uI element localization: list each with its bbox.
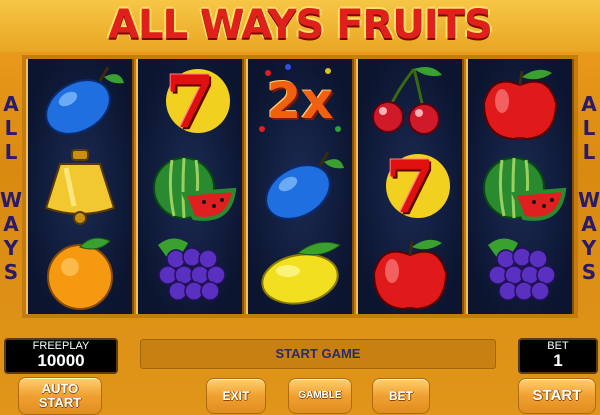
grapes-symbol [138,229,242,314]
reel-1 [26,59,134,314]
side-letter: L [4,140,18,164]
side-letter: W [0,188,23,212]
2x-multiplier-symbol: 2x [248,59,352,144]
bell-icon [44,149,116,225]
side-letter [578,164,600,188]
side-letter: L [582,140,596,164]
orange-icon [47,237,113,310]
side-letter: S [581,260,597,284]
reel-5 [466,59,574,314]
grapes-symbol [468,229,572,314]
freeplay-value: 10000 [37,351,85,370]
bet-value: 1 [553,351,563,370]
watermelon-icon [483,157,567,221]
plum-icon [265,151,344,220]
left-side-label: A L L W A Y S [0,92,22,284]
watermelon-symbol [138,144,242,229]
right-side-label: A L L W A Y S [578,92,600,284]
reel-3: 2x [246,59,354,314]
seven-text: 7 [164,59,216,144]
side-letter: A [581,212,597,236]
side-letter: S [3,260,19,284]
auto-start-button[interactable]: AUTO START [18,377,102,415]
lemon-symbol [248,229,352,314]
cherries-symbol [358,59,462,144]
plum-symbol [248,144,352,229]
bet-button[interactable]: BET [372,378,430,414]
plum-icon [45,66,124,135]
apple-icon [482,69,558,141]
side-letter: A [581,92,597,116]
grapes-icon [488,238,556,301]
side-letter: W [578,188,600,212]
bell-symbol [28,144,132,229]
plum-symbol [28,59,132,144]
start-button[interactable]: START [518,378,596,414]
watermelon-icon [153,157,237,221]
exit-button[interactable]: EXIT [206,378,266,414]
gamble-button[interactable]: GAMBLE [288,378,352,414]
reels-area: 7 2x 7 [22,55,578,318]
apple-symbol [358,229,462,314]
cherries-icon [372,67,442,135]
slot-machine-screen: ALL WAYS FRUITS A L L W A Y S A L L W A … [0,0,600,415]
title-bar: ALL WAYS FRUITS [0,0,600,52]
side-letter: Y [3,236,19,260]
auto-start-line2: START [38,395,82,410]
game-title: ALL WAYS FRUITS [108,2,493,48]
side-letter: Y [581,236,597,260]
seven-symbol: 7 [138,59,242,144]
reel-4: 7 [356,59,464,314]
lemon-icon [261,241,342,305]
side-letter: A [3,92,19,116]
grapes-icon [158,238,226,301]
apple-symbol [468,59,572,144]
side-letter: L [4,116,18,140]
side-letter [0,164,22,188]
side-letter: L [582,116,596,140]
message-bar: START GAME [140,339,496,369]
reel-2: 7 [136,59,244,314]
orange-symbol [28,229,132,314]
watermelon-symbol [468,144,572,229]
freeplay-panel: FREEPLAY 10000 [4,338,118,374]
seven-symbol: 7 [358,144,462,229]
multiplier-text: 2x [266,72,334,130]
seven-text: 7 [384,144,436,229]
bet-panel: BET 1 [518,338,598,374]
auto-start-line1: AUTO [41,381,79,396]
side-letter: A [3,212,19,236]
apple-icon [372,239,448,311]
